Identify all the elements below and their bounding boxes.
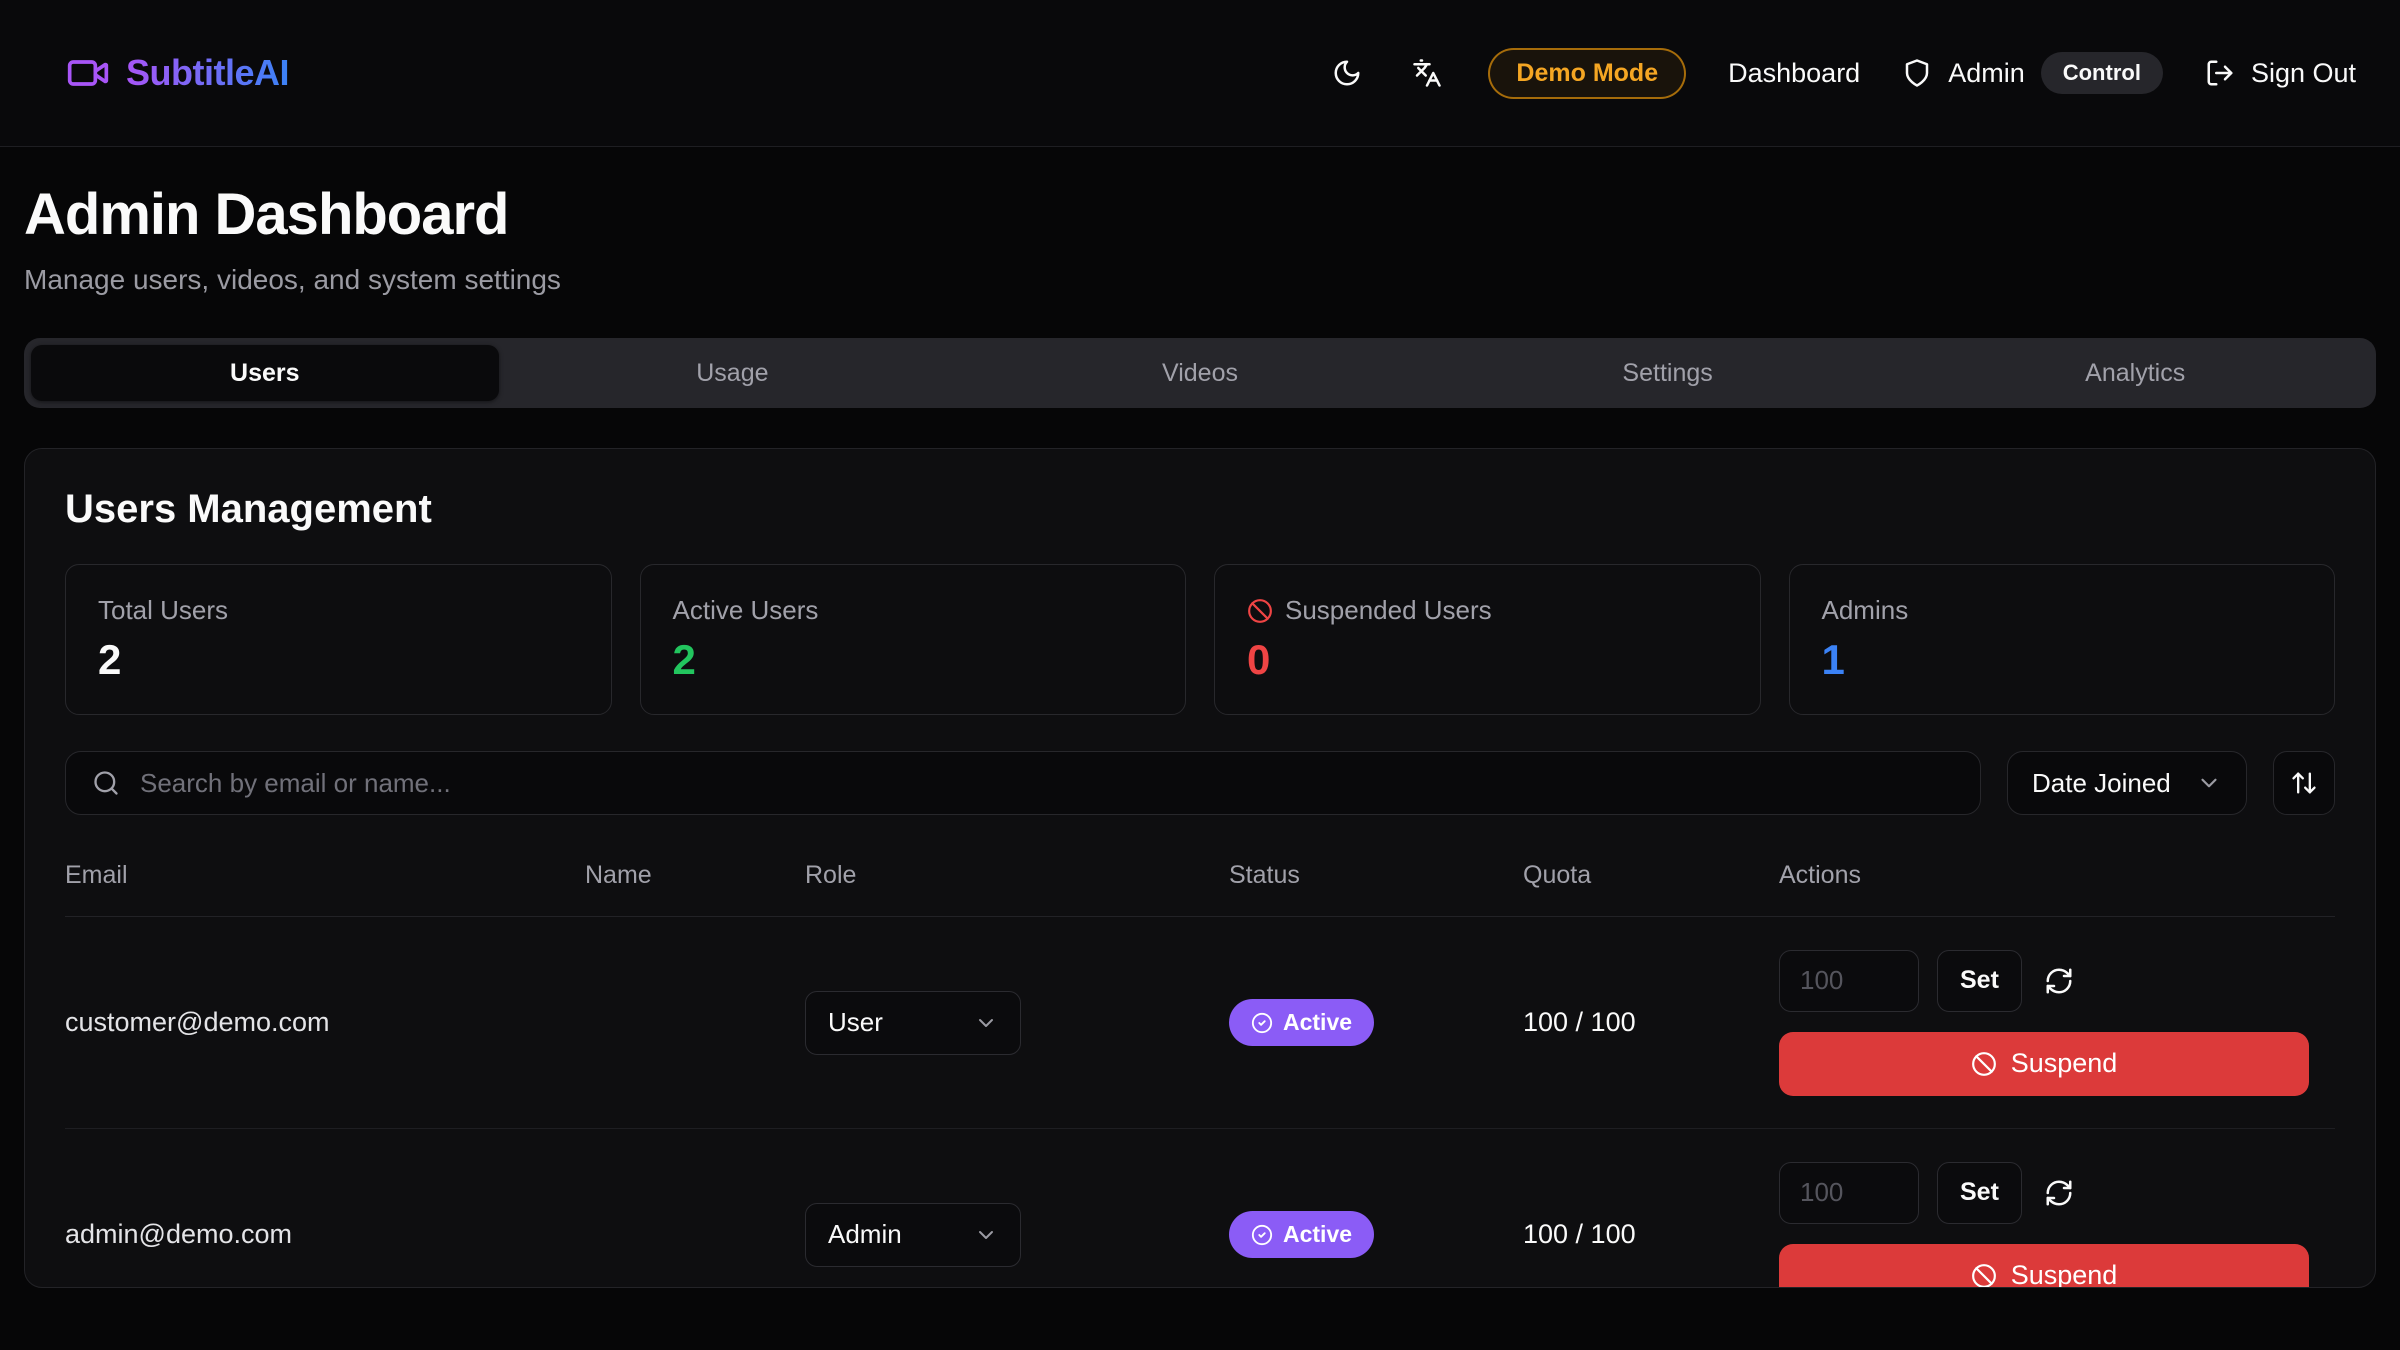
- stat-label: Active Users: [673, 595, 1154, 626]
- quota-input[interactable]: [1779, 1162, 1919, 1224]
- chevron-down-icon: [2196, 770, 2222, 796]
- suspend-button-label: Suspend: [2011, 1260, 2118, 1288]
- arrow-up-down-icon: [2290, 769, 2318, 797]
- stat-value: 1: [1822, 636, 2303, 684]
- search-input[interactable]: [140, 768, 1954, 799]
- language-toggle-button[interactable]: [1408, 54, 1446, 92]
- set-quota-button[interactable]: Set: [1937, 950, 2022, 1012]
- column-header-status: Status: [1229, 861, 1523, 890]
- page-title: Admin Dashboard: [24, 181, 2376, 248]
- stat-label: Admins: [1822, 595, 2303, 626]
- ban-icon: [1971, 1051, 1997, 1077]
- check-circle-icon: [1251, 1012, 1273, 1034]
- users-table: Email Name Role Status Quota Actions cus…: [65, 861, 2335, 1288]
- table-row: admin@demo.com Admin: [65, 1129, 2335, 1288]
- status-badge-label: Active: [1283, 1009, 1352, 1036]
- tab-usage[interactable]: Usage: [499, 345, 967, 401]
- column-header-actions: Actions: [1779, 861, 2335, 890]
- column-header-email: Email: [65, 861, 585, 890]
- stat-value: 2: [673, 636, 1154, 684]
- quota-value: 100 / 100: [1523, 1219, 1779, 1250]
- ban-icon: [1971, 1263, 1997, 1289]
- suspend-button-label: Suspend: [2011, 1048, 2118, 1079]
- refresh-icon: [2044, 966, 2074, 996]
- set-quota-button[interactable]: Set: [1937, 1162, 2022, 1224]
- check-circle-icon: [1251, 1224, 1273, 1246]
- role-select[interactable]: Admin: [805, 1203, 1021, 1267]
- sign-out-label: Sign Out: [2251, 58, 2356, 89]
- status-badge-label: Active: [1283, 1221, 1352, 1248]
- admin-role-indicator: Admin Control: [1902, 52, 2163, 94]
- role-select-value: Admin: [828, 1219, 902, 1250]
- table-header: Email Name Role Status Quota Actions: [65, 861, 2335, 917]
- suspend-button[interactable]: Suspend: [1779, 1244, 2309, 1289]
- sort-field-value: Date Joined: [2032, 768, 2171, 799]
- tab-users[interactable]: Users: [31, 345, 499, 401]
- refresh-icon: [2044, 1178, 2074, 1208]
- stat-card-active-users: Active Users 2: [640, 564, 1187, 715]
- admin-label: Admin: [1948, 58, 2025, 89]
- dashboard-link[interactable]: Dashboard: [1728, 58, 1860, 89]
- tab-analytics[interactable]: Analytics: [1901, 345, 2369, 401]
- suspend-button[interactable]: Suspend: [1779, 1032, 2309, 1096]
- sort-field-select[interactable]: Date Joined: [2007, 751, 2247, 815]
- languages-icon: [1412, 58, 1442, 88]
- stat-label: Total Users: [98, 595, 579, 626]
- stat-label-text: Suspended Users: [1285, 595, 1492, 626]
- reset-quota-button[interactable]: [2040, 962, 2078, 1000]
- tab-videos[interactable]: Videos: [966, 345, 1434, 401]
- stat-card-admins: Admins 1: [1789, 564, 2336, 715]
- status-badge: Active: [1229, 1211, 1374, 1258]
- control-badge: Control: [2041, 52, 2163, 94]
- sort-direction-button[interactable]: [2273, 751, 2335, 815]
- user-email: admin@demo.com: [65, 1219, 585, 1250]
- stat-label: Suspended Users: [1247, 595, 1728, 626]
- user-email: customer@demo.com: [65, 1007, 585, 1038]
- top-navbar: SubtitleAI Demo Mode Dashbo: [0, 0, 2400, 147]
- moon-icon: [1332, 58, 1362, 88]
- video-camera-icon: [66, 51, 110, 95]
- quota-input[interactable]: [1779, 950, 1919, 1012]
- row-actions: Set: [1779, 950, 2335, 1096]
- app-root: SubtitleAI Demo Mode Dashbo: [0, 0, 2400, 1288]
- column-header-role: Role: [805, 861, 1229, 890]
- stat-value: 2: [98, 636, 579, 684]
- page-subtitle: Manage users, videos, and system setting…: [24, 264, 2376, 296]
- table-toolbar: Date Joined: [65, 751, 2335, 815]
- ban-icon: [1247, 598, 1273, 624]
- chevron-down-icon: [974, 1223, 998, 1247]
- log-out-icon: [2205, 58, 2235, 88]
- column-header-quota: Quota: [1523, 861, 1779, 890]
- sign-out-button[interactable]: Sign Out: [2205, 58, 2356, 89]
- stat-value: 0: [1247, 636, 1728, 684]
- shield-icon: [1902, 58, 1932, 88]
- brand-logo[interactable]: SubtitleAI: [66, 51, 289, 95]
- status-badge: Active: [1229, 999, 1374, 1046]
- brand-name: SubtitleAI: [126, 52, 289, 94]
- search-icon: [92, 769, 120, 797]
- search-box: [65, 751, 1981, 815]
- quota-value: 100 / 100: [1523, 1007, 1779, 1038]
- stats-row: Total Users 2 Active Users 2 Suspended: [65, 564, 2335, 715]
- row-actions: Set: [1779, 1162, 2335, 1289]
- role-select[interactable]: User: [805, 991, 1021, 1055]
- theme-toggle-button[interactable]: [1328, 54, 1366, 92]
- stat-card-total-users: Total Users 2: [65, 564, 612, 715]
- main-content: Admin Dashboard Manage users, videos, an…: [0, 181, 2400, 1288]
- table-row: customer@demo.com User: [65, 917, 2335, 1129]
- tab-bar: Users Usage Videos Settings Analytics: [24, 338, 2376, 408]
- demo-mode-badge: Demo Mode: [1488, 48, 1686, 99]
- panel-title: Users Management: [65, 487, 2335, 532]
- reset-quota-button[interactable]: [2040, 1174, 2078, 1212]
- chevron-down-icon: [974, 1011, 998, 1035]
- tab-settings[interactable]: Settings: [1434, 345, 1902, 401]
- navbar-actions: Demo Mode Dashboard Admin Control: [1328, 48, 2356, 99]
- column-header-name: Name: [585, 861, 805, 890]
- stat-card-suspended-users: Suspended Users 0: [1214, 564, 1761, 715]
- role-select-value: User: [828, 1007, 883, 1038]
- users-management-panel: Users Management Total Users 2 Active Us…: [24, 448, 2376, 1288]
